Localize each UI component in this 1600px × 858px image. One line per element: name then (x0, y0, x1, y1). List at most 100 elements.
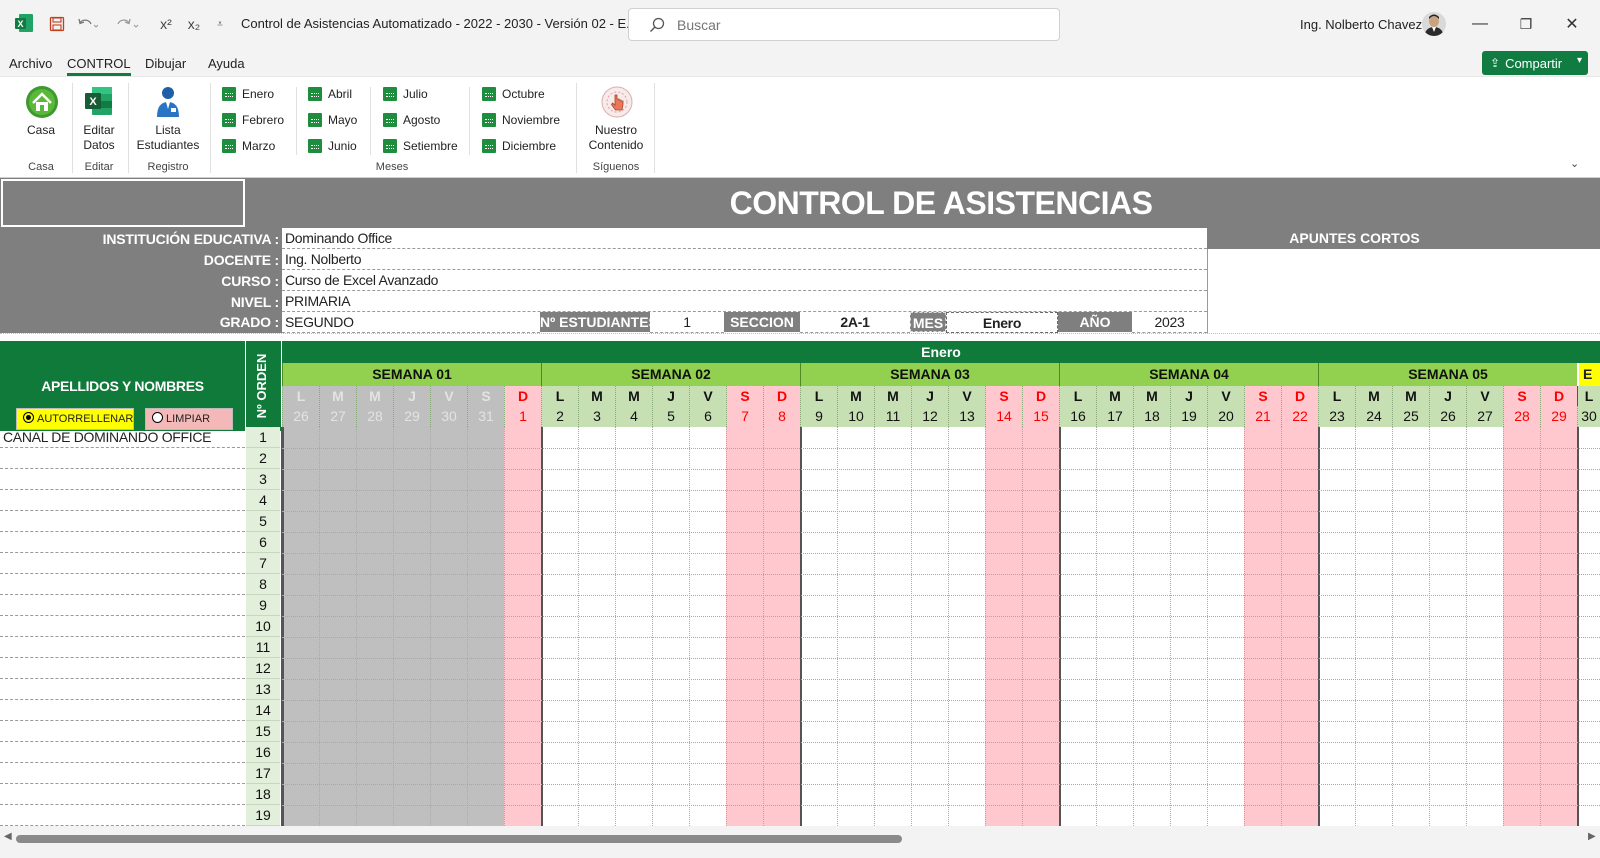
field-seccion[interactable]: 2A-1 (800, 312, 910, 333)
attendance-column[interactable] (393, 427, 430, 826)
student-name-cell[interactable] (0, 616, 245, 637)
attendance-column[interactable] (1207, 427, 1244, 826)
tab-archivo[interactable]: Archivo (9, 56, 52, 71)
field-docente[interactable]: Ing. Nolberto (282, 249, 1207, 270)
attendance-column[interactable] (1577, 427, 1600, 826)
field-n-estudiantes[interactable]: 1 (650, 312, 724, 333)
student-name-cell[interactable] (0, 700, 245, 721)
scroll-left-icon[interactable]: ◀ (4, 831, 12, 842)
attendance-column[interactable] (356, 427, 393, 826)
search-input[interactable] (677, 16, 1037, 34)
casa-button[interactable]: Casa (18, 85, 64, 138)
field-institucion[interactable]: Dominando Office (282, 228, 1207, 249)
selected-cell[interactable] (1, 179, 245, 227)
attendance-column[interactable] (874, 427, 911, 826)
search-box[interactable] (628, 8, 1060, 41)
mes-mayo-button[interactable]: Mayo (308, 111, 357, 129)
attendance-column[interactable] (430, 427, 467, 826)
student-name-cell[interactable] (0, 721, 245, 742)
student-name-cell[interactable] (0, 805, 245, 826)
attendance-column[interactable] (652, 427, 689, 826)
apuntes-area[interactable] (1207, 249, 1600, 333)
redo-icon[interactable] (112, 12, 142, 36)
attendance-column[interactable] (1133, 427, 1170, 826)
mes-setiembre-button[interactable]: Setiembre (383, 137, 458, 155)
mes-junio-button[interactable]: Junio (308, 137, 357, 155)
mes-octubre-button[interactable]: Octubre (482, 85, 545, 103)
field-grado[interactable]: SEGUNDO (282, 312, 540, 333)
attendance-column[interactable] (1170, 427, 1207, 826)
attendance-column[interactable] (911, 427, 948, 826)
customize-toolbar-icon[interactable]: ⩡ (212, 12, 228, 36)
attendance-column[interactable] (1429, 427, 1466, 826)
attendance-column[interactable] (1022, 427, 1059, 826)
restore-button[interactable]: ❐ (1503, 9, 1549, 39)
mes-enero-button[interactable]: Enero (222, 85, 274, 103)
save-icon[interactable] (46, 12, 68, 36)
attendance-column[interactable] (800, 427, 837, 826)
attendance-column[interactable] (504, 427, 541, 826)
student-name-cell[interactable] (0, 658, 245, 679)
mes-agosto-button[interactable]: Agosto (383, 111, 440, 129)
attendance-column[interactable] (1059, 427, 1096, 826)
attendance-column[interactable] (1096, 427, 1133, 826)
attendance-column[interactable] (763, 427, 800, 826)
attendance-column[interactable] (282, 427, 319, 826)
attendance-column[interactable] (726, 427, 763, 826)
worksheet[interactable]: CONTROL DE ASISTENCIAS INSTITUCIÓN EDUCA… (0, 178, 1600, 826)
editar-datos-button[interactable]: X Editar Datos (78, 85, 120, 153)
field-nivel[interactable]: PRIMARIA (282, 291, 1207, 312)
close-button[interactable]: ✕ (1549, 9, 1595, 39)
tab-control[interactable]: CONTROL (67, 56, 131, 76)
attendance-column[interactable] (578, 427, 615, 826)
mes-abril-button[interactable]: Abril (308, 85, 352, 103)
mes-febrero-button[interactable]: Febrero (222, 111, 284, 129)
student-name-cell[interactable] (0, 490, 245, 511)
chevron-down-icon[interactable]: ▾ (1577, 55, 1582, 66)
student-name-cell[interactable] (0, 763, 245, 784)
attendance-column[interactable] (1244, 427, 1281, 826)
attendance-column[interactable] (689, 427, 726, 826)
student-name-cell[interactable] (0, 532, 245, 553)
student-name-cell[interactable] (0, 448, 245, 469)
excel-app-icon[interactable]: X (14, 13, 34, 33)
student-name-cell[interactable] (0, 511, 245, 532)
student-name-cell[interactable] (0, 469, 245, 490)
attendance-column[interactable] (541, 427, 578, 826)
subscript-button[interactable]: x₂ (184, 12, 204, 36)
tab-ayuda[interactable]: Ayuda (208, 56, 245, 71)
attendance-column[interactable] (1540, 427, 1577, 826)
student-name-cell[interactable] (0, 742, 245, 763)
avatar[interactable] (1422, 12, 1446, 36)
field-mes[interactable]: Enero (946, 312, 1058, 333)
student-name-cell[interactable] (0, 595, 245, 616)
attendance-column[interactable] (1355, 427, 1392, 826)
horizontal-scrollbar[interactable]: ◀ ▶ (0, 826, 1600, 858)
scroll-thumb[interactable] (16, 835, 902, 843)
student-name-cell[interactable]: CANAL DE DOMINANDO OFFICE (0, 427, 245, 448)
attendance-column[interactable] (1466, 427, 1503, 826)
mes-julio-button[interactable]: Julio (383, 85, 428, 103)
field-curso[interactable]: Curso de Excel Avanzado (282, 270, 1207, 291)
attendance-column[interactable] (837, 427, 874, 826)
student-name-cell[interactable] (0, 679, 245, 700)
share-button[interactable]: ⇪ Compartir ▾ (1482, 51, 1588, 75)
student-name-cell[interactable] (0, 637, 245, 658)
chevron-down-icon[interactable]: ⌄ (1570, 157, 1579, 170)
undo-icon[interactable] (74, 12, 100, 36)
mes-diciembre-button[interactable]: Diciembre (482, 137, 556, 155)
nuestro-contenido-button[interactable]: Nuestro Contenido (586, 85, 646, 153)
attendance-column[interactable] (1281, 427, 1318, 826)
mes-marzo-button[interactable]: Marzo (222, 137, 275, 155)
student-name-cell[interactable] (0, 553, 245, 574)
mes-noviembre-button[interactable]: Noviembre (482, 111, 560, 129)
attendance-column[interactable] (467, 427, 504, 826)
attendance-column[interactable] (985, 427, 1022, 826)
lista-estudiantes-button[interactable]: Lista Estudiantes (134, 85, 202, 153)
attendance-column[interactable] (948, 427, 985, 826)
student-name-cell[interactable] (0, 784, 245, 805)
attendance-column[interactable] (615, 427, 652, 826)
attendance-column[interactable] (1392, 427, 1429, 826)
attendance-column[interactable] (1503, 427, 1540, 826)
student-name-cell[interactable] (0, 574, 245, 595)
